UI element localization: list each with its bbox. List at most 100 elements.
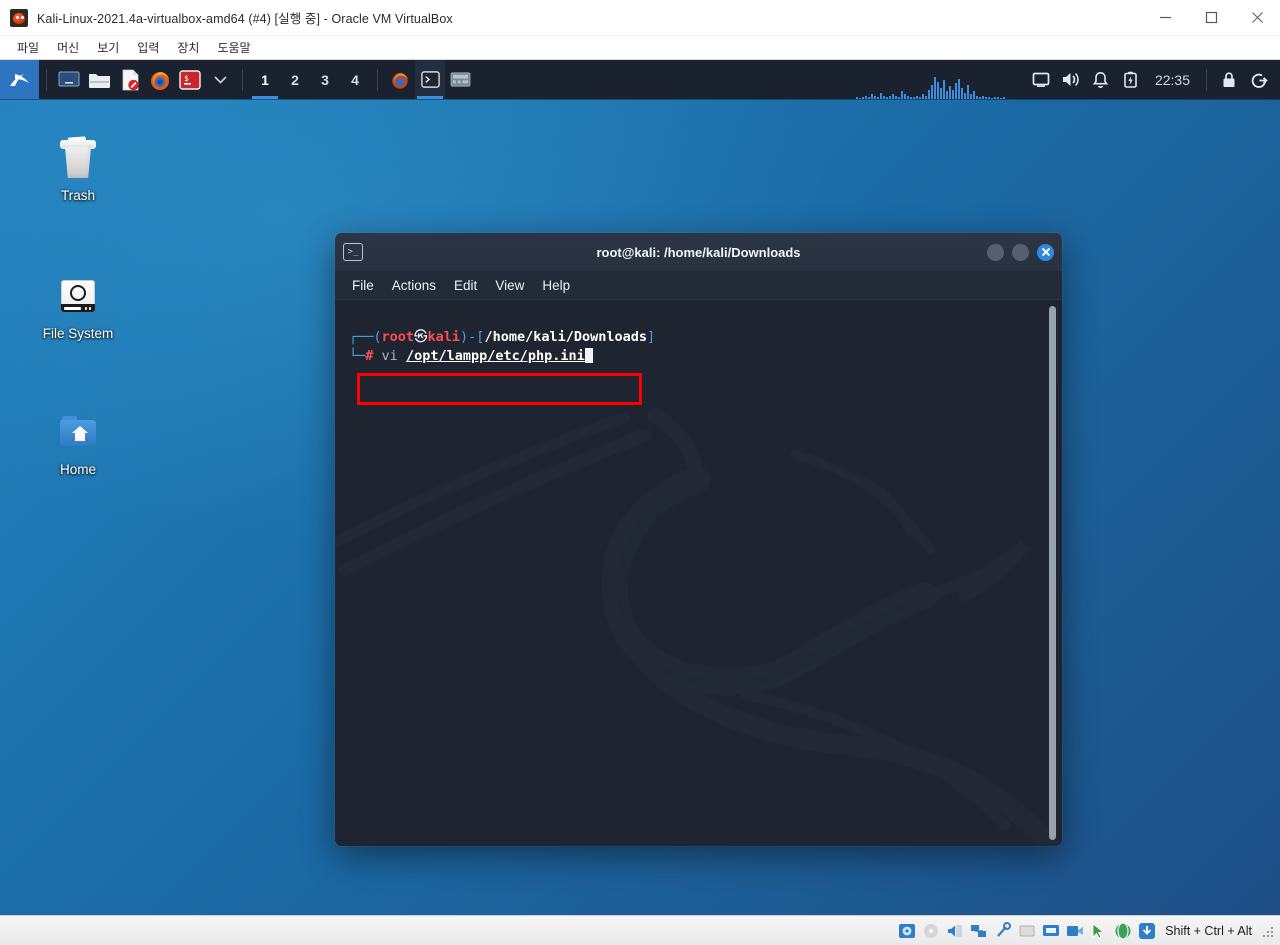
audio-icon[interactable] <box>945 921 965 941</box>
panel-clock[interactable]: 22:35 <box>1146 72 1199 88</box>
firefox-icon[interactable] <box>145 60 175 99</box>
host-menu-bar: 파일 머신 보기 입력 장치 도움말 <box>0 36 1280 60</box>
prompt-hostname: kali <box>427 329 461 345</box>
menu-input[interactable]: 입력 <box>128 37 168 58</box>
terminal-window: >_ root@kali: /home/kali/Downloads File … <box>335 233 1062 846</box>
logout-icon[interactable] <box>1244 60 1274 99</box>
host-key-label: Shift + Ctrl + Alt <box>1165 923 1252 938</box>
usb-icon[interactable] <box>993 921 1013 941</box>
home-folder-icon <box>54 408 102 456</box>
kali-top-panel: $ 1 2 3 4 22:35 <box>0 60 1280 99</box>
terminal-menu-actions[interactable]: Actions <box>383 275 445 296</box>
minimize-button[interactable] <box>1142 0 1188 36</box>
recording-icon[interactable] <box>1065 921 1085 941</box>
text-editor-icon[interactable] <box>115 60 145 99</box>
terminal-window-icon: >_ <box>343 243 363 261</box>
guest-screen: $ 1 2 3 4 22:35 Trash File System Home >… <box>0 60 1280 915</box>
menu-devices[interactable]: 장치 <box>168 37 208 58</box>
maximize-button[interactable] <box>1188 0 1234 36</box>
volume-icon[interactable] <box>1056 60 1086 99</box>
virtualbox-window: Kali-Linux-2021.4a-virtualbox-amd64 (#4)… <box>0 0 1280 945</box>
panel-separator-4 <box>1206 68 1207 91</box>
notifications-bell-icon[interactable] <box>1086 60 1116 99</box>
prompt-line-2: └─# vi /opt/lampp/etc/php.ini <box>349 348 593 364</box>
host-status-bar: Shift + Ctrl + Alt <box>0 915 1280 945</box>
display-settings-icon[interactable] <box>1026 60 1056 99</box>
prompt-line-1: ┌──(root㉿kali)-[/home/kali/Downloads] <box>349 329 655 345</box>
taskbar-keyboard-window[interactable] <box>445 60 475 99</box>
show-desktop-icon[interactable] <box>54 60 84 99</box>
menu-view[interactable]: 보기 <box>88 37 128 58</box>
desktop-icon-home[interactable]: Home <box>30 408 126 477</box>
terminal-menu-bar: File Actions Edit View Help <box>335 271 1062 300</box>
desktop-icon-trash-label: Trash <box>60 188 95 203</box>
menu-file[interactable]: 파일 <box>8 37 48 58</box>
terminal-window-controls <box>987 243 1054 261</box>
terminal-icon[interactable]: $ <box>175 60 205 99</box>
mouse-integration-icon[interactable] <box>1089 921 1109 941</box>
workspace-2[interactable]: 2 <box>280 60 310 99</box>
workspace-3[interactable]: 3 <box>310 60 340 99</box>
panel-separator-3 <box>377 68 378 91</box>
host-key-icon[interactable] <box>1113 921 1133 941</box>
shared-folder-icon[interactable] <box>1017 921 1037 941</box>
command-argument: /opt/lampp/etc/php.ini <box>405 348 585 364</box>
kali-dragon-watermark <box>335 407 1062 846</box>
host-window-title: Kali-Linux-2021.4a-virtualbox-amd64 (#4)… <box>37 12 453 26</box>
prompt-bracket-close: ] <box>647 329 656 345</box>
taskbar-firefox-window[interactable] <box>385 60 415 99</box>
terminal-menu-edit[interactable]: Edit <box>445 275 486 296</box>
terminal-body[interactable]: ┌──(root㉿kali)-[/home/kali/Downloads] └─… <box>335 300 1062 846</box>
workspace-1[interactable]: 1 <box>250 60 280 99</box>
file-manager-icon[interactable] <box>84 60 115 99</box>
command-name: vi <box>381 348 398 364</box>
svg-text:$: $ <box>184 74 189 83</box>
desktop-icon-trash[interactable]: Trash <box>30 134 126 203</box>
panel-separator-2 <box>242 68 243 91</box>
resize-grip[interactable] <box>1260 924 1274 938</box>
host-title-bar: Kali-Linux-2021.4a-virtualbox-amd64 (#4)… <box>0 0 1280 36</box>
terminal-close-button[interactable] <box>1037 243 1054 261</box>
panel-separator-1 <box>46 68 47 91</box>
workspace-4[interactable]: 4 <box>340 60 370 99</box>
prompt-corner: └─ <box>349 348 366 364</box>
hard-disk-icon <box>54 272 102 320</box>
hard-disk-icon[interactable] <box>897 921 917 941</box>
menu-help[interactable]: 도움말 <box>208 37 259 58</box>
taskbar-terminal-window[interactable] <box>415 60 445 99</box>
panel-tray-area: 22:35 <box>855 60 1280 99</box>
terminal-scrollbar-thumb[interactable] <box>1049 306 1056 840</box>
terminal-minimize-button[interactable] <box>987 243 1004 261</box>
display-icon[interactable] <box>1041 921 1061 941</box>
virtualbox-icon <box>10 8 28 27</box>
terminal-menu-view[interactable]: View <box>486 275 533 296</box>
terminal-maximize-button[interactable] <box>1012 243 1029 261</box>
battery-icon[interactable] <box>1116 60 1146 99</box>
trash-icon <box>54 134 102 182</box>
optical-drive-icon[interactable] <box>921 921 941 941</box>
terminal-output: ┌──(root㉿kali)-[/home/kali/Downloads] └─… <box>349 309 1036 385</box>
desktop-icon-file-system[interactable]: File System <box>30 272 126 341</box>
terminal-scrollbar[interactable] <box>1049 306 1056 840</box>
prompt-bracket-mid: )-[ <box>460 329 485 345</box>
desktop-icon-home-label: Home <box>59 462 96 477</box>
additions-icon[interactable] <box>1137 921 1157 941</box>
terminal-window-title: root@kali: /home/kali/Downloads <box>596 244 801 260</box>
terminal-menu-help[interactable]: Help <box>533 275 579 296</box>
prompt-bracket-open: ┌──( <box>349 329 382 345</box>
menu-machine[interactable]: 머신 <box>48 37 88 58</box>
lock-screen-icon[interactable] <box>1214 60 1244 99</box>
prompt-user: root <box>381 329 415 345</box>
kali-menu-icon[interactable] <box>0 60 39 99</box>
cpu-graph-widget[interactable] <box>855 69 1026 99</box>
host-window-controls <box>1142 0 1280 36</box>
desktop-icon-file-system-label: File System <box>42 326 114 341</box>
terminal-title-bar[interactable]: >_ root@kali: /home/kali/Downloads <box>335 233 1062 271</box>
network-icon[interactable] <box>969 921 989 941</box>
prompt-path: /home/kali/Downloads <box>484 329 647 345</box>
chevron-down-icon[interactable] <box>205 60 235 99</box>
prompt-sigil: # <box>365 348 374 364</box>
terminal-cursor <box>584 348 593 363</box>
terminal-menu-file[interactable]: File <box>343 275 383 296</box>
close-button[interactable] <box>1234 0 1280 36</box>
